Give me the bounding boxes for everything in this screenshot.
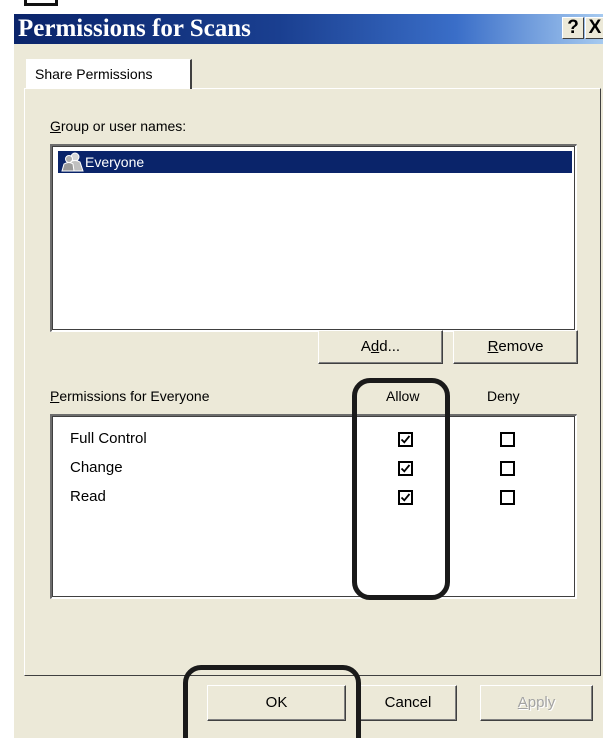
permission-row-change: Change (52, 455, 572, 483)
permission-name: Read (70, 488, 106, 505)
cropped-text-fragment (22, 0, 82, 7)
list-item-label: Everyone (85, 154, 145, 170)
window-title: Permissions for Scans (18, 15, 251, 42)
title-bar[interactable]: Permissions for Scans ? X (14, 14, 603, 44)
users-icon (61, 152, 84, 172)
permissions-for-label: Permissions for Everyone (50, 388, 210, 404)
help-button[interactable]: ? (562, 17, 584, 39)
permission-name: Full Control (70, 430, 147, 447)
permission-row-full-control: Full Control (52, 426, 572, 454)
permission-name: Change (70, 459, 123, 476)
deny-checkbox-change[interactable] (500, 461, 515, 476)
deny-checkbox-read[interactable] (500, 490, 515, 505)
cropped-top-strip (0, 0, 603, 14)
permissions-table: Full Control Change Read (50, 414, 577, 599)
deny-checkbox-full-control[interactable] (500, 432, 515, 447)
tab-share-permissions[interactable]: Share Permissions (26, 59, 192, 89)
deny-column-header: Deny (487, 388, 520, 404)
group-or-user-names-label: Group or user names: (50, 118, 187, 134)
permissions-dialog: Permissions for Scans ? X Share Permissi… (14, 14, 603, 738)
close-button[interactable]: X (585, 17, 603, 39)
allow-column-highlight (352, 378, 450, 600)
cancel-button[interactable]: Cancel (359, 685, 457, 721)
permission-row-read: Read (52, 484, 572, 512)
remove-button[interactable]: Remove (453, 330, 578, 364)
ok-button-highlight (183, 665, 361, 738)
add-button[interactable]: Add... (318, 330, 443, 364)
group-user-listbox[interactable]: Everyone (50, 144, 577, 332)
apply-button[interactable]: Apply (480, 685, 593, 721)
list-item-everyone[interactable]: Everyone (58, 151, 572, 173)
